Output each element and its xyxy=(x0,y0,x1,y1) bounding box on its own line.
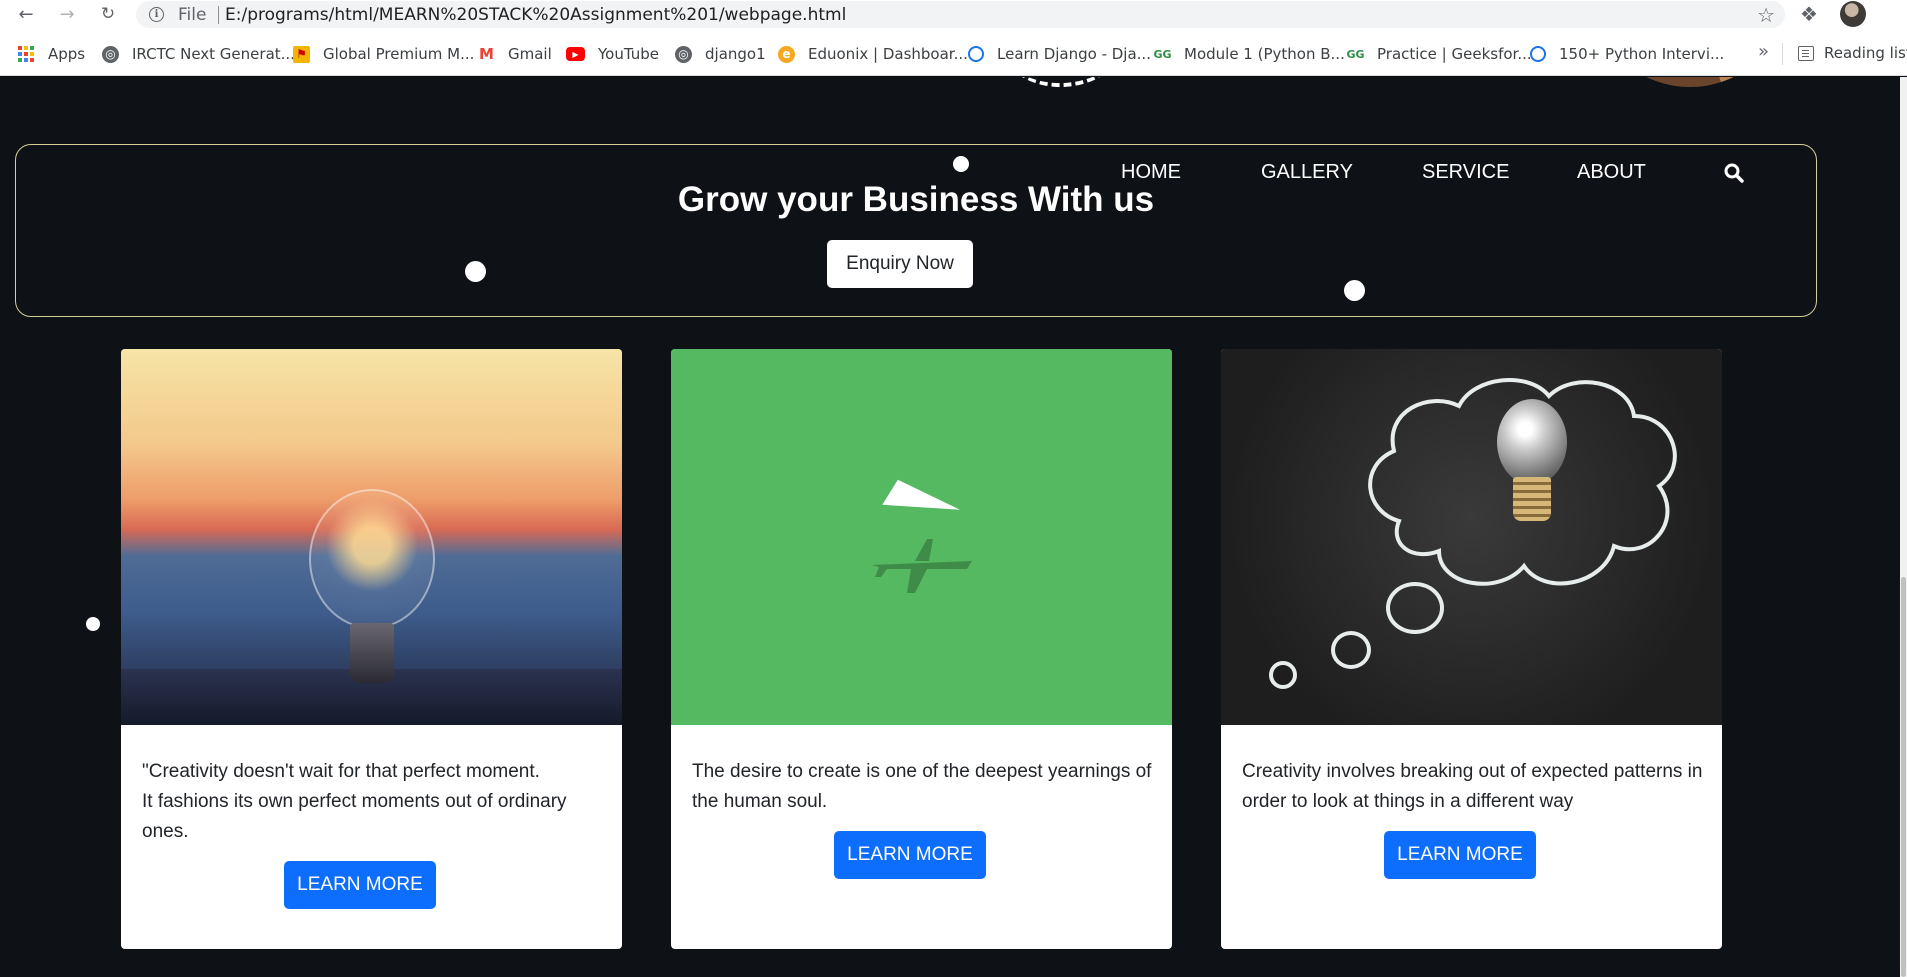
chalk-bubble xyxy=(1269,661,1297,689)
bookmark-star-icon[interactable]: ☆ xyxy=(1757,3,1775,27)
card-quote: Creativity involves breaking out of expe… xyxy=(1242,757,1707,817)
bookmark-label: Gmail xyxy=(508,45,552,63)
hero-decorative-image xyxy=(1590,77,1790,87)
chalk-bubble xyxy=(1386,582,1444,634)
apps-grid-icon xyxy=(18,45,35,63)
geeksforgeeks-icon: GG xyxy=(1153,47,1172,61)
flag-icon: ⚑ xyxy=(293,45,310,63)
top-navbar: HOME GALLERY SERVICE ABOUT xyxy=(0,161,1900,191)
bookmark-module1[interactable]: GG Module 1 (Python B... xyxy=(1153,44,1345,64)
bookmark-label: 150+ Python Intervi... xyxy=(1559,45,1725,63)
bookmark-learn-django[interactable]: Learn Django - Dja... xyxy=(968,44,1151,64)
bookmark-label: Module 1 (Python B... xyxy=(1184,45,1345,63)
link-icon xyxy=(968,46,984,62)
card-image-lightbulb-sunset xyxy=(121,349,622,725)
floating-dot xyxy=(86,617,100,631)
bookmark-practice[interactable]: GG Practice | Geeksfor... xyxy=(1346,44,1532,64)
floating-dot xyxy=(1344,280,1365,301)
address-divider xyxy=(218,6,219,24)
enquiry-now-button[interactable]: Enquiry Now xyxy=(827,240,973,288)
bookmark-label: Global Premium M... xyxy=(323,45,475,63)
nav-about[interactable]: ABOUT xyxy=(1577,161,1646,184)
link-icon xyxy=(1530,46,1546,62)
nav-service[interactable]: SERVICE xyxy=(1422,161,1509,184)
nav-gallery[interactable]: GALLERY xyxy=(1261,161,1353,184)
card-quote: "Creativity doesn't wait for that perfec… xyxy=(142,757,607,847)
globe-icon: ◎ xyxy=(675,45,692,63)
dashed-arc-decoration xyxy=(994,77,1132,92)
lightbulb-icon xyxy=(1497,399,1567,485)
lightbulb-base xyxy=(1513,477,1551,521)
reading-list-label: Reading list xyxy=(1824,44,1907,62)
bookmark-label: Apps xyxy=(48,45,86,63)
search-icon[interactable] xyxy=(1724,163,1744,183)
nav-home[interactable]: HOME xyxy=(1121,161,1181,184)
bookmark-label: IRCTC Next Generat... xyxy=(132,45,295,63)
card-quote-line: "Creativity doesn't wait for that perfec… xyxy=(142,761,540,782)
bookmark-python-interview[interactable]: 150+ Python Intervi... xyxy=(1530,44,1724,64)
page-content: Grow your Business With us Enquiry Now H… xyxy=(0,77,1900,977)
floating-dot xyxy=(953,156,969,172)
reload-icon[interactable]: ↻ xyxy=(96,2,120,26)
bookmark-label: django1 xyxy=(705,45,766,63)
browser-toolbar: ← → ↻ i File E:/programs/html/MEARN%20ST… xyxy=(0,0,1907,29)
bookmark-eduonix[interactable]: e Eduonix | Dashboar... xyxy=(778,44,968,64)
back-arrow-icon[interactable]: ← xyxy=(14,2,38,26)
floating-dot xyxy=(465,261,486,282)
extensions-puzzle-icon[interactable]: ❖ xyxy=(1800,2,1818,26)
bookmark-gmail[interactable]: M Gmail xyxy=(478,44,552,64)
card-2: The desire to create is one of the deepe… xyxy=(671,349,1172,949)
youtube-icon: ▶ xyxy=(566,47,585,61)
chalk-bubble xyxy=(1331,631,1371,669)
bookmark-apps[interactable]: Apps xyxy=(18,44,85,64)
geeksforgeeks-icon: GG xyxy=(1346,47,1365,61)
bookmark-label: Learn Django - Dja... xyxy=(997,45,1151,63)
paper-plane-icon xyxy=(882,479,968,523)
lightbulb-icon xyxy=(309,489,435,629)
card-3: Creativity involves breaking out of expe… xyxy=(1221,349,1722,949)
bookmark-label: Eduonix | Dashboar... xyxy=(808,45,968,63)
lightbulb-base xyxy=(350,623,394,683)
address-bar[interactable]: i File E:/programs/html/MEARN%20STACK%20… xyxy=(136,1,1785,28)
card-quote-line: The desire to create is one of the deepe… xyxy=(692,761,1152,812)
reading-list-icon xyxy=(1798,45,1814,61)
reading-list-button[interactable]: Reading list xyxy=(1798,44,1907,62)
more-bookmarks-chevron-icon[interactable]: » xyxy=(1758,41,1769,62)
airplane-shadow-icon xyxy=(872,539,972,593)
bookmark-django1[interactable]: ◎ django1 xyxy=(675,44,766,64)
bookmark-global-premium[interactable]: ⚑ Global Premium M... xyxy=(293,44,474,64)
bookmark-label: Practice | Geeksfor... xyxy=(1377,45,1532,63)
url-text[interactable]: E:/programs/html/MEARN%20STACK%20Assignm… xyxy=(225,5,846,25)
bookmark-youtube[interactable]: ▶ YouTube xyxy=(566,44,659,64)
bookmark-irctc[interactable]: ◎ IRCTC Next Generat... xyxy=(102,44,295,64)
page-scrollbar[interactable] xyxy=(1900,77,1907,977)
card-quote-line: It fashions its own perfect moments out … xyxy=(142,791,567,842)
gmail-icon: M xyxy=(479,45,494,63)
learn-more-button[interactable]: LEARN MORE xyxy=(834,831,986,879)
learn-more-button[interactable]: LEARN MORE xyxy=(1384,831,1536,879)
globe-icon: ◎ xyxy=(102,45,119,63)
eduonix-icon: e xyxy=(778,45,795,63)
card-quote-line: Creativity involves breaking out of expe… xyxy=(1242,761,1703,812)
forward-arrow-icon[interactable]: → xyxy=(55,2,79,26)
url-scheme: File xyxy=(178,5,207,25)
bookmarks-bar: Apps ◎ IRCTC Next Generat... ⚑ Global Pr… xyxy=(0,29,1907,76)
info-icon[interactable]: i xyxy=(149,7,164,22)
card-quote: The desire to create is one of the deepe… xyxy=(692,757,1157,817)
learn-more-button[interactable]: LEARN MORE xyxy=(284,861,436,909)
card-1: "Creativity doesn't wait for that perfec… xyxy=(121,349,622,949)
card-image-paper-plane xyxy=(671,349,1172,725)
card-image-chalk-thought-bubble xyxy=(1221,349,1722,725)
scrollbar-thumb[interactable] xyxy=(1901,577,1906,977)
profile-avatar[interactable] xyxy=(1840,1,1866,27)
bookmark-label: YouTube xyxy=(598,45,659,63)
bookmarks-divider xyxy=(1782,43,1783,65)
